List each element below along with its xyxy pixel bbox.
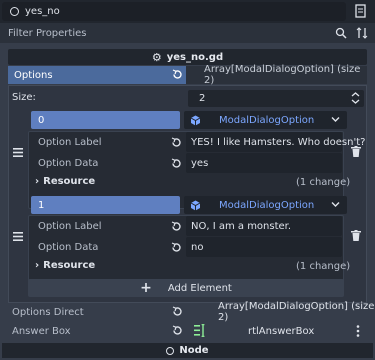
answer-box-value[interactable]: rtlAnswerBox (248, 322, 314, 340)
circle-node-icon (166, 346, 175, 355)
revert-icon[interactable] (172, 306, 183, 317)
filter-properties-input[interactable]: Filter Properties (0, 23, 375, 43)
option-label-input[interactable]: NO, I am a monster. (186, 216, 342, 236)
gear-icon: ⚙ (151, 50, 162, 64)
drag-handle-icon[interactable] (13, 232, 23, 241)
circle-node-icon (10, 7, 19, 16)
revert-icon[interactable] (172, 69, 183, 80)
trash-icon[interactable] (351, 230, 361, 241)
chevron-down-icon[interactable] (331, 201, 340, 208)
option-label-name: Option Label (38, 137, 102, 148)
resource-change-count: (1 change) (296, 177, 351, 188)
resource-section-toggle[interactable]: › Resource (35, 260, 95, 271)
drag-handle-icon[interactable] (13, 148, 23, 157)
resource-type-picker[interactable]: ModalDialogOption (184, 196, 347, 214)
revert-icon[interactable] (171, 242, 182, 253)
add-element-button[interactable]: + Add Element (28, 279, 344, 297)
options-direct-value[interactable]: Array[ModalDialogOption] (size 2) (218, 301, 375, 323)
resource-type-picker[interactable]: ModalDialogOption (184, 111, 347, 129)
option-data-input[interactable]: yes (186, 153, 342, 173)
sort-icon[interactable] (356, 27, 368, 39)
option-label-name: Option Label (38, 221, 102, 232)
size-label: Size: (12, 92, 36, 103)
option-data-name: Option Data (38, 158, 99, 169)
filter-placeholder: Filter Properties (8, 27, 87, 39)
revert-icon[interactable] (171, 221, 182, 232)
resource-type-name: ModalDialogOption (219, 199, 315, 211)
option-data-input[interactable]: no (186, 237, 342, 257)
revert-icon[interactable] (172, 325, 183, 336)
options-array-value[interactable]: Array[ModalDialogOption] (size 2) (186, 64, 367, 86)
doc-icon[interactable] (353, 4, 368, 19)
size-spinbox[interactable]: 2 (188, 90, 364, 107)
option-data-name: Option Data (38, 242, 99, 253)
resource-section-toggle[interactable]: › Resource (35, 176, 95, 187)
trash-icon[interactable] (351, 146, 361, 157)
node-name: yes_no (25, 6, 60, 17)
script-title: yes_no.gd (166, 51, 224, 63)
resource-type-name: ModalDialogOption (219, 114, 315, 126)
chevron-right-icon: › (35, 260, 40, 271)
answer-box-label: Answer Box (12, 325, 71, 337)
node-section-header[interactable]: Node (2, 343, 373, 358)
revert-icon[interactable] (171, 158, 182, 169)
revert-icon[interactable] (171, 137, 182, 148)
element-index-field[interactable]: 0 (31, 111, 180, 129)
options-property-label[interactable]: Options (8, 66, 186, 84)
option-label-input[interactable]: YES! I like Hamsters. Who doesn't? (186, 132, 365, 152)
resource-change-count: (1 change) (296, 261, 351, 272)
search-icon[interactable] (335, 27, 347, 39)
script-header: ⚙ yes_no.gd (8, 49, 367, 65)
more-vert-icon[interactable] (356, 325, 360, 337)
stepper-icon[interactable] (351, 92, 360, 104)
chevron-right-icon: › (35, 176, 40, 187)
options-direct-label: Options Direct (12, 306, 84, 318)
cube-icon (190, 200, 201, 211)
node-name-field[interactable]: yes_no (2, 2, 346, 21)
cube-icon (190, 115, 201, 126)
chevron-down-icon[interactable] (331, 116, 340, 123)
element-index-field[interactable]: 1 (31, 196, 180, 214)
node-path-icon (194, 324, 206, 337)
plus-icon: + (140, 280, 152, 296)
